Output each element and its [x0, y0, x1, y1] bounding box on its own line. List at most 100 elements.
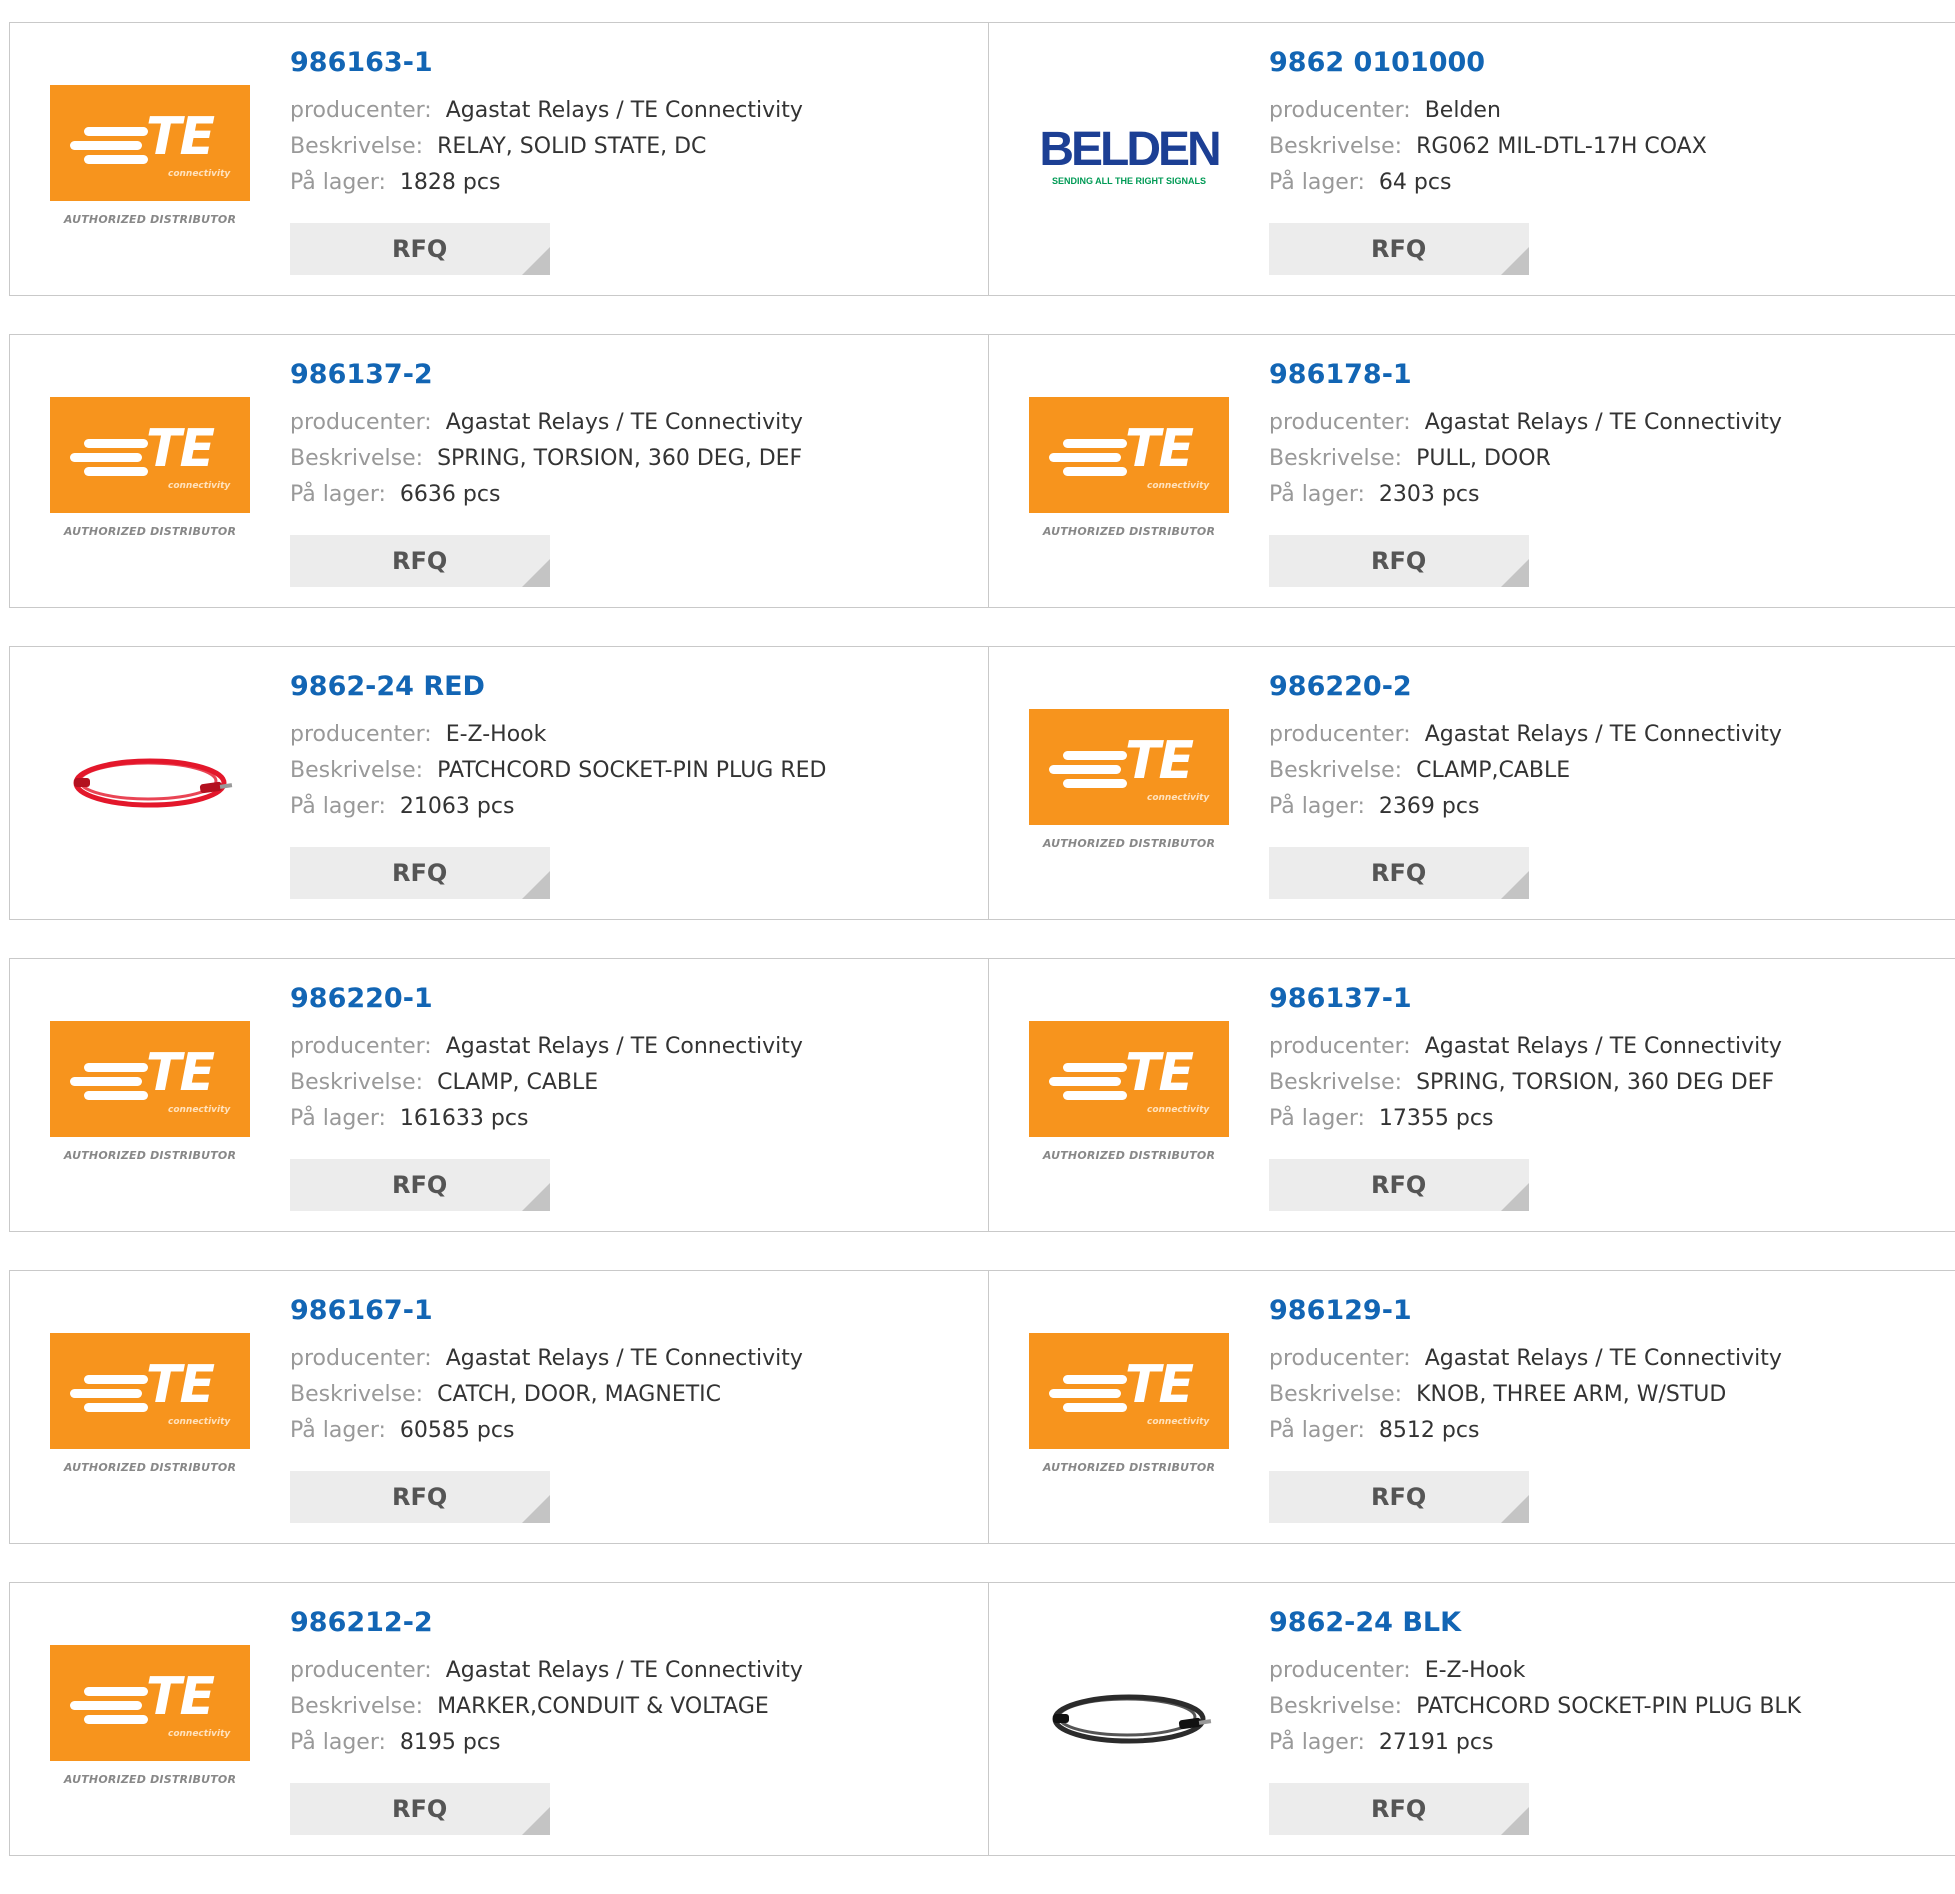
rfq-button[interactable]: RFQ: [1269, 1159, 1529, 1211]
patch-cord-image: [1052, 1694, 1212, 1744]
rfq-button[interactable]: RFQ: [290, 847, 550, 899]
stock-label: På lager:: [1269, 1106, 1365, 1131]
product-image[interactable]: [50, 683, 250, 883]
stock-line: På lager: 8195 pcs: [290, 1725, 803, 1761]
stock-line: På lager: 6636 pcs: [290, 477, 803, 513]
product-image[interactable]: TE connectivity AUTHORIZED DISTRIBUTOR: [50, 371, 250, 571]
part-number-link[interactable]: 986129-1: [1269, 1293, 1782, 1329]
te-logo-subtitle: connectivity: [168, 481, 231, 491]
part-number-link[interactable]: 986212-2: [290, 1605, 803, 1641]
part-number-link[interactable]: 986220-2: [1269, 669, 1782, 705]
te-logo-subtitle: connectivity: [1147, 1105, 1210, 1115]
rfq-button[interactable]: RFQ: [290, 535, 550, 587]
part-number-link[interactable]: 9862 0101000: [1269, 45, 1707, 81]
manufacturer-line: producenter: Agastat Relays / TE Connecti…: [290, 1029, 803, 1065]
manufacturer-label: producenter:: [290, 1658, 432, 1683]
rfq-button[interactable]: RFQ: [290, 223, 550, 275]
description-value: CLAMP,CABLE: [1416, 758, 1571, 783]
manufacturer-line: producenter: Belden: [1269, 93, 1707, 129]
manufacturer-label: producenter:: [1269, 410, 1411, 435]
product-image[interactable]: TE connectivity AUTHORIZED DISTRIBUTOR: [1029, 1307, 1229, 1507]
rfq-button[interactable]: RFQ: [1269, 223, 1529, 275]
product-image[interactable]: TE connectivity AUTHORIZED DISTRIBUTOR: [50, 1307, 250, 1507]
manufacturer-label: producenter:: [1269, 1346, 1411, 1371]
description-value: PATCHCORD SOCKET-PIN PLUG BLK: [1416, 1694, 1802, 1719]
rfq-button[interactable]: RFQ: [290, 1783, 550, 1835]
te-logo-subtitle: connectivity: [1147, 793, 1210, 803]
manufacturer-value: Agastat Relays / TE Connectivity: [445, 1658, 803, 1683]
rfq-corner-icon: [1501, 559, 1529, 587]
stock-line: På lager: 161633 pcs: [290, 1101, 803, 1137]
rfq-button[interactable]: RFQ: [290, 1471, 550, 1523]
description-line: Beskrivelse: CATCH, DOOR, MAGNETIC: [290, 1377, 803, 1413]
product-image[interactable]: TE connectivity AUTHORIZED DISTRIBUTOR: [50, 1619, 250, 1819]
part-number-link[interactable]: 986137-2: [290, 357, 803, 393]
stock-line: På lager: 21063 pcs: [290, 789, 826, 825]
product-card: BELDEN SENDING ALL THE RIGHT SIGNALS 986…: [988, 23, 1955, 295]
product-info: 986137-1 producenter: Agastat Relays / TE…: [1269, 981, 1782, 1137]
product-row: TE connectivity AUTHORIZED DISTRIBUTOR 9…: [9, 334, 1955, 608]
part-number-link[interactable]: 986163-1: [290, 45, 803, 81]
rfq-corner-icon: [1501, 1495, 1529, 1523]
description-value: SPRING, TORSION, 360 DEG DEF: [1416, 1070, 1775, 1095]
stock-label: På lager:: [1269, 794, 1365, 819]
rfq-corner-icon: [1501, 247, 1529, 275]
stock-label: På lager:: [290, 1418, 386, 1443]
te-connectivity-logo: TE connectivity AUTHORIZED DISTRIBUTOR: [1029, 397, 1229, 545]
rfq-corner-icon: [522, 1807, 550, 1835]
rfq-button[interactable]: RFQ: [1269, 535, 1529, 587]
te-logo-box: TE connectivity: [50, 1333, 250, 1449]
manufacturer-line: producenter: Agastat Relays / TE Connecti…: [290, 93, 803, 129]
rfq-button[interactable]: RFQ: [1269, 847, 1529, 899]
rfq-corner-icon: [522, 871, 550, 899]
manufacturer-line: producenter: Agastat Relays / TE Connecti…: [290, 1341, 803, 1377]
product-image[interactable]: TE connectivity AUTHORIZED DISTRIBUTOR: [1029, 683, 1229, 883]
authorized-distributor-text: AUTHORIZED DISTRIBUTOR: [1042, 1149, 1216, 1162]
stock-line: På lager: 2369 pcs: [1269, 789, 1782, 825]
manufacturer-value: Agastat Relays / TE Connectivity: [1424, 722, 1782, 747]
description-line: Beskrivelse: PATCHCORD SOCKET-PIN PLUG RE…: [290, 753, 826, 789]
rfq-label: RFQ: [392, 859, 448, 887]
description-value: KNOB, THREE ARM, W/STUD: [1416, 1382, 1727, 1407]
description-value: CATCH, DOOR, MAGNETIC: [437, 1382, 722, 1407]
rfq-label: RFQ: [392, 235, 448, 263]
te-logo-box: TE connectivity: [50, 1645, 250, 1761]
manufacturer-value: Agastat Relays / TE Connectivity: [1424, 1346, 1782, 1371]
manufacturer-label: producenter:: [1269, 1034, 1411, 1059]
product-info: 986220-2 producenter: Agastat Relays / TE…: [1269, 669, 1782, 825]
te-logo-box: TE connectivity: [1029, 709, 1229, 825]
product-info: 986212-2 producenter: Agastat Relays / TE…: [290, 1605, 803, 1761]
manufacturer-value: E-Z-Hook: [1424, 1658, 1526, 1683]
part-number-link[interactable]: 986167-1: [290, 1293, 803, 1329]
rfq-button[interactable]: RFQ: [290, 1159, 550, 1211]
product-image[interactable]: TE connectivity AUTHORIZED DISTRIBUTOR: [1029, 995, 1229, 1195]
rfq-button[interactable]: RFQ: [1269, 1783, 1529, 1835]
description-line: Beskrivelse: SPRING, TORSION, 360 DEG DEF: [1269, 1065, 1782, 1101]
stock-value: 161633 pcs: [399, 1106, 529, 1131]
product-image[interactable]: TE connectivity AUTHORIZED DISTRIBUTOR: [50, 59, 250, 259]
authorized-distributor-text: AUTHORIZED DISTRIBUTOR: [1042, 1461, 1216, 1474]
rfq-button[interactable]: RFQ: [1269, 1471, 1529, 1523]
stock-label: På lager:: [290, 170, 386, 195]
product-image[interactable]: TE connectivity AUTHORIZED DISTRIBUTOR: [50, 995, 250, 1195]
te-logo-letters: TE: [146, 1043, 215, 1103]
description-line: Beskrivelse: RG062 MIL-DTL-17H COAX: [1269, 129, 1707, 165]
stock-line: På lager: 8512 pcs: [1269, 1413, 1782, 1449]
product-image[interactable]: [1029, 1619, 1229, 1819]
product-card: TE connectivity AUTHORIZED DISTRIBUTOR 9…: [10, 23, 988, 295]
part-number-link[interactable]: 9862-24 BLK: [1269, 1605, 1801, 1641]
rfq-corner-icon: [1501, 871, 1529, 899]
rfq-label: RFQ: [392, 547, 448, 575]
te-connectivity-logo: TE connectivity AUTHORIZED DISTRIBUTOR: [1029, 1021, 1229, 1169]
part-number-link[interactable]: 9862-24 RED: [290, 669, 826, 705]
product-card: TE connectivity AUTHORIZED DISTRIBUTOR 9…: [10, 1583, 988, 1855]
manufacturer-label: producenter:: [290, 1346, 432, 1371]
part-number-link[interactable]: 986137-1: [1269, 981, 1782, 1017]
rfq-label: RFQ: [1371, 547, 1427, 575]
part-number-link[interactable]: 986178-1: [1269, 357, 1782, 393]
product-image[interactable]: TE connectivity AUTHORIZED DISTRIBUTOR: [1029, 371, 1229, 571]
te-connectivity-logo: TE connectivity AUTHORIZED DISTRIBUTOR: [50, 1333, 250, 1481]
product-image[interactable]: BELDEN SENDING ALL THE RIGHT SIGNALS: [1029, 59, 1229, 259]
product-card: TE connectivity AUTHORIZED DISTRIBUTOR 9…: [988, 335, 1955, 607]
part-number-link[interactable]: 986220-1: [290, 981, 803, 1017]
